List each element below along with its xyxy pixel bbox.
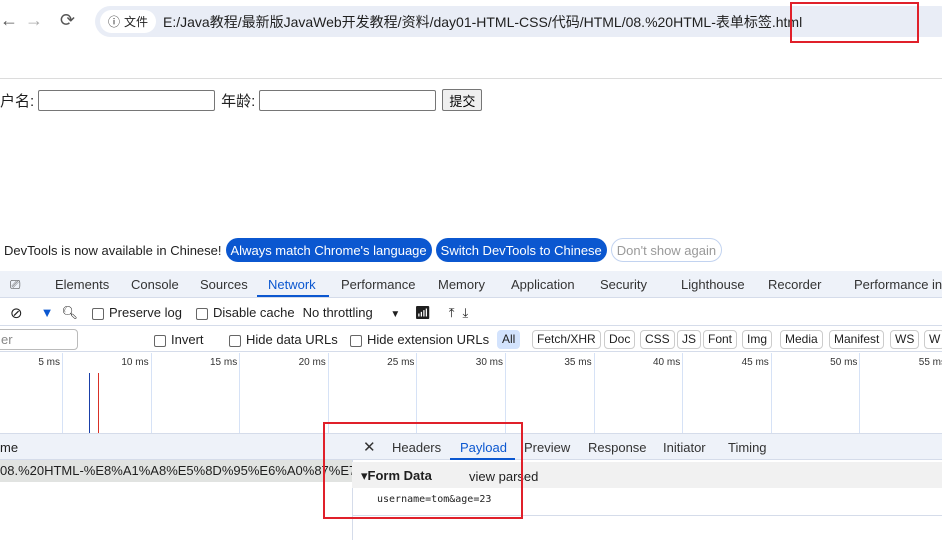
timeline-gridline <box>505 353 506 433</box>
network-toolbar: ⊘ ▼ 🔍︎ Preserve log Disable cache No thr… <box>0 300 942 326</box>
timeline-tick-label: 55 ms <box>918 357 942 368</box>
timeline-gridline <box>859 353 861 433</box>
request-row[interactable]: 08.%20HTML-%E8%A1%A8%E5%8D%95%E6%A0%87%E… <box>0 460 367 482</box>
highlight-box-url <box>790 2 919 43</box>
network-conditions-icon[interactable]: 📶︎ <box>414 305 431 321</box>
timeline-tick-label: 45 ms <box>741 357 769 368</box>
name-column-header[interactable]: me <box>0 433 352 460</box>
forward-icon[interactable]: → <box>25 10 43 31</box>
disable-cache-checkbox[interactable]: Disable cache <box>195 305 295 320</box>
divider <box>0 78 942 79</box>
import-har-icon[interactable]: ⤒ <box>449 305 455 321</box>
load-marker <box>98 373 99 433</box>
dom-content-loaded-marker <box>89 373 90 433</box>
tab-network[interactable]: Network <box>268 277 316 292</box>
age-input[interactable] <box>259 89 437 111</box>
info-icon: ⓘ <box>108 15 121 29</box>
type-media[interactable]: Media <box>780 330 823 349</box>
always-match-button[interactable]: Always match Chrome's language <box>225 238 432 262</box>
age-label: 年龄: <box>221 92 256 110</box>
tab-security[interactable]: Security <box>600 277 647 292</box>
timeline-tick-label: 25 ms <box>387 357 415 368</box>
timeline-overview[interactable]: 5 ms 10 ms 15 ms 20 ms 25 ms 30 ms 35 ms 40 ms 4… <box>0 353 942 433</box>
tab-performance-insights[interactable]: Performance in <box>854 277 942 292</box>
hide-extension-urls-checkbox[interactable]: Hide extension URLs <box>350 332 489 347</box>
type-doc[interactable]: Doc <box>604 330 636 349</box>
timeline-tick-label: 35 ms <box>564 357 592 368</box>
timeline-tick-label: 15 ms <box>209 357 238 368</box>
reload-icon[interactable]: ⟳ <box>60 10 75 31</box>
tab-timing[interactable]: Timing <box>728 440 767 455</box>
username-label: 户名: <box>0 92 35 110</box>
filter-row: er Invert Hide data URLs Hide extension … <box>0 327 942 352</box>
tab-memory[interactable]: Memory <box>438 277 485 292</box>
timeline-gridline <box>239 353 241 433</box>
timeline-tick-label: 20 ms <box>298 357 326 368</box>
throttling-select[interactable]: No throttling ▼ <box>303 305 401 320</box>
type-fetch-xhr[interactable]: Fetch/XHR <box>532 330 601 349</box>
export-har-icon[interactable]: ⤓ <box>463 305 469 321</box>
clear-icon[interactable]: ⊘ <box>10 304 23 322</box>
search-icon[interactable]: 🔍︎ <box>61 305 78 321</box>
tab-console[interactable]: Console <box>131 277 179 292</box>
type-wasm[interactable]: W <box>924 330 942 349</box>
timeline-tick-label: 5 ms <box>38 357 60 368</box>
tab-lighthouse[interactable]: Lighthouse <box>681 277 745 292</box>
timeline-gridline <box>682 353 684 433</box>
filter-icon[interactable]: ▼ <box>41 305 54 320</box>
site-info-chip[interactable]: ⓘ 文件 <box>100 10 157 33</box>
tab-response[interactable]: Response <box>588 440 647 455</box>
timeline-gridline <box>416 353 418 433</box>
banner-text: DevTools is now available in Chinese! <box>4 242 222 258</box>
switch-devtools-button[interactable]: Switch DevTools to Chinese <box>435 238 607 262</box>
url-text[interactable]: E:/Java教程/最新版JavaWeb开发教程/资料/day01-HTML-C… <box>163 12 802 32</box>
active-tab-indicator <box>257 295 329 297</box>
tab-elements[interactable]: Elements <box>55 277 109 292</box>
type-all[interactable]: All <box>497 330 521 349</box>
timeline-gridline <box>327 353 329 433</box>
invert-checkbox[interactable]: Invert <box>154 332 204 347</box>
dont-show-button[interactable]: Don't show again <box>610 238 723 262</box>
timeline-tick-label: 50 ms <box>830 357 858 368</box>
security-label: 文件 <box>124 15 149 29</box>
type-manifest[interactable]: Manifest <box>829 330 885 349</box>
highlight-box-payload <box>323 422 523 519</box>
tab-sources[interactable]: Sources <box>200 277 248 292</box>
back-icon[interactable]: ← <box>0 10 18 31</box>
timeline-tick-label: 40 ms <box>652 357 681 368</box>
language-banner: DevTools is now available in Chinese! Al… <box>0 238 723 262</box>
type-font[interactable]: Font <box>703 330 738 349</box>
timeline-gridline <box>593 353 595 433</box>
login-form: 户名: 年龄: 提交 <box>0 89 483 111</box>
hide-data-urls-checkbox[interactable]: Hide data URLs <box>229 332 338 347</box>
timeline-gridline <box>150 353 152 433</box>
preserve-log-checkbox[interactable]: Preserve log <box>91 305 182 320</box>
filter-input[interactable]: er <box>0 329 78 350</box>
type-js[interactable]: JS <box>677 330 702 349</box>
timeline-gridline <box>770 353 772 433</box>
tab-preview[interactable]: Preview <box>524 440 570 455</box>
type-ws[interactable]: WS <box>890 330 920 349</box>
tab-recorder[interactable]: Recorder <box>768 277 821 292</box>
timeline-tick-label: 30 ms <box>475 357 503 368</box>
devtools-tabs: ⎚ Elements Console Sources Network Perfo… <box>0 271 942 298</box>
tab-application[interactable]: Application <box>511 277 575 292</box>
type-img[interactable]: Img <box>742 330 773 349</box>
timeline-gridline <box>62 353 63 433</box>
tab-initiator[interactable]: Initiator <box>663 440 706 455</box>
submit-button[interactable]: 提交 <box>442 89 483 111</box>
type-css[interactable]: CSS <box>640 330 675 349</box>
timeline-tick-label: 10 ms <box>121 357 149 368</box>
device-toggle-icon[interactable]: ⎚ <box>10 277 20 293</box>
tab-performance[interactable]: Performance <box>341 277 415 292</box>
username-input[interactable] <box>38 89 216 111</box>
